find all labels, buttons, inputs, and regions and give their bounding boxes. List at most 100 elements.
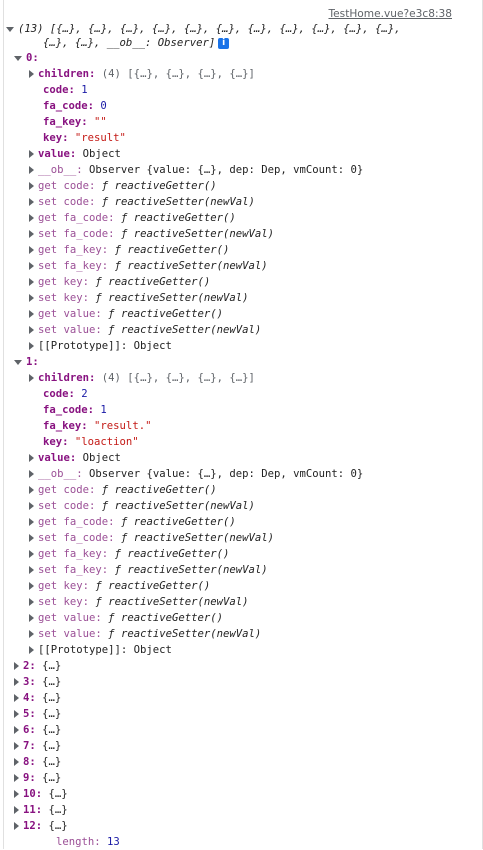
accessor-row[interactable]: get key: ƒ reactiveGetter() xyxy=(29,578,210,594)
expand-arrow-icon[interactable] xyxy=(29,646,34,654)
collapsed-item-index: 7: xyxy=(23,740,36,752)
expand-arrow-icon[interactable] xyxy=(29,374,34,382)
expand-arrow-icon[interactable] xyxy=(14,710,19,718)
expand-arrow-icon[interactable] xyxy=(29,230,34,238)
expand-arrow-icon[interactable] xyxy=(29,262,34,270)
collapsed-item-row[interactable]: 11: {…} xyxy=(14,802,68,818)
accessor-row[interactable]: get fa_key: ƒ reactiveGetter() xyxy=(29,242,229,258)
code-key: code: xyxy=(43,388,75,400)
accessor-function: reactiveGetter() xyxy=(108,276,211,288)
accessor-row[interactable]: set code: ƒ reactiveSetter(newVal) xyxy=(29,498,255,514)
collapsed-item-row[interactable]: 8: {…} xyxy=(14,754,61,770)
source-link[interactable]: TestHome.vue?e3c8:38 xyxy=(328,8,452,20)
expand-arrow-icon[interactable] xyxy=(29,518,34,526)
collapsed-item-row[interactable]: 7: {…} xyxy=(14,738,61,754)
expand-arrow-icon[interactable] xyxy=(29,278,34,286)
expand-arrow-icon[interactable] xyxy=(14,742,19,750)
expand-arrow-icon[interactable] xyxy=(29,534,34,542)
expand-arrow-icon[interactable] xyxy=(29,502,34,510)
collapsed-item-row[interactable]: 6: {…} xyxy=(14,722,61,738)
accessor-label: get key: xyxy=(38,276,90,288)
expand-arrow-icon[interactable] xyxy=(29,294,34,302)
collapsed-item-value: {…} xyxy=(48,820,68,832)
ob-row[interactable]: __ob__: Observer {value: {…}, dep: Dep, … xyxy=(29,466,363,482)
prototype-row[interactable]: [[Prototype]]: Object xyxy=(29,338,172,354)
fa-key-key: fa_key: xyxy=(43,420,88,432)
item-header-item0[interactable]: 0: xyxy=(14,50,39,66)
accessor-row[interactable]: set fa_key: ƒ reactiveSetter(newVal) xyxy=(29,258,268,274)
accessor-row[interactable]: get fa_code: ƒ reactiveGetter() xyxy=(29,514,236,530)
expand-arrow-icon[interactable] xyxy=(14,822,19,830)
expand-arrow-icon[interactable] xyxy=(14,694,19,702)
expand-arrow-icon[interactable] xyxy=(29,566,34,574)
accessor-row[interactable]: set value: ƒ reactiveSetter(newVal) xyxy=(29,626,261,642)
accessor-row[interactable]: set fa_code: ƒ reactiveSetter(newVal) xyxy=(29,530,274,546)
key-key: key: xyxy=(43,132,69,144)
expand-arrow-icon[interactable] xyxy=(29,214,34,222)
info-icon[interactable]: i xyxy=(218,37,230,49)
expand-arrow-icon[interactable] xyxy=(14,806,19,814)
expand-arrow-icon[interactable] xyxy=(14,774,19,782)
expand-arrow-icon[interactable] xyxy=(29,70,34,78)
collapsed-item-value: {…} xyxy=(42,724,62,736)
collapsed-item-row[interactable]: 2: {…} xyxy=(14,658,61,674)
expand-arrow-icon[interactable] xyxy=(29,246,34,254)
expand-arrow-icon[interactable] xyxy=(29,598,34,606)
expand-arrow-icon[interactable] xyxy=(29,454,34,462)
collapse-arrow-icon[interactable] xyxy=(14,55,22,61)
accessor-row[interactable]: get key: ƒ reactiveGetter() xyxy=(29,274,210,290)
collapsed-item-row[interactable]: 4: {…} xyxy=(14,690,61,706)
expand-arrow-icon[interactable] xyxy=(29,582,34,590)
accessor-row[interactable]: set fa_key: ƒ reactiveSetter(newVal) xyxy=(29,562,268,578)
value-row[interactable]: value: Object xyxy=(29,146,121,162)
collapsed-item-row[interactable]: 3: {…} xyxy=(14,674,61,690)
expand-arrow-icon[interactable] xyxy=(14,758,19,766)
collapsed-item-row[interactable]: 9: {…} xyxy=(14,770,61,786)
expand-arrow-icon[interactable] xyxy=(29,550,34,558)
ob-row[interactable]: __ob__: Observer {value: {…}, dep: Dep, … xyxy=(29,162,363,178)
accessor-function: reactiveGetter() xyxy=(114,180,217,192)
expand-arrow-icon[interactable] xyxy=(29,486,34,494)
expand-arrow-icon[interactable] xyxy=(14,662,19,670)
prototype-row[interactable]: [[Prototype]]: Object xyxy=(29,642,172,658)
expand-arrow-icon[interactable] xyxy=(29,470,34,478)
expand-arrow-icon[interactable] xyxy=(29,198,34,206)
collapsed-item-row[interactable]: 5: {…} xyxy=(14,706,61,722)
accessor-row[interactable]: set fa_code: ƒ reactiveSetter(newVal) xyxy=(29,226,274,242)
accessor-row[interactable]: get code: ƒ reactiveGetter() xyxy=(29,482,217,498)
accessor-row[interactable]: set key: ƒ reactiveSetter(newVal) xyxy=(29,594,249,610)
function-icon: ƒ xyxy=(120,212,128,224)
expand-arrow-icon[interactable] xyxy=(14,726,19,734)
expand-arrow-icon[interactable] xyxy=(29,182,34,190)
key-key: key: xyxy=(43,436,69,448)
accessor-row[interactable]: set key: ƒ reactiveSetter(newVal) xyxy=(29,290,249,306)
accessor-row[interactable]: set code: ƒ reactiveSetter(newVal) xyxy=(29,194,255,210)
accessor-row[interactable]: get fa_code: ƒ reactiveGetter() xyxy=(29,210,236,226)
expand-arrow-icon[interactable] xyxy=(14,678,19,686)
accessor-function: reactiveGetter() xyxy=(114,484,217,496)
expand-arrow-icon[interactable] xyxy=(29,310,34,318)
accessor-row[interactable]: get fa_key: ƒ reactiveGetter() xyxy=(29,546,229,562)
accessor-label: set key: xyxy=(38,292,90,304)
expand-arrow-icon[interactable] xyxy=(29,630,34,638)
children-row[interactable]: children: (4) [{…}, {…}, {…}, {…}] xyxy=(29,66,255,82)
value-row[interactable]: value: Object xyxy=(29,450,121,466)
collapse-arrow-icon[interactable] xyxy=(14,359,22,365)
expand-arrow-icon[interactable] xyxy=(29,326,34,334)
expand-arrow-icon[interactable] xyxy=(29,150,34,158)
item-header-item1[interactable]: 1: xyxy=(14,354,39,370)
accessor-function: reactiveGetter() xyxy=(127,244,230,256)
collapsed-item-row[interactable]: 10: {…} xyxy=(14,786,68,802)
accessor-row[interactable]: get value: ƒ reactiveGetter() xyxy=(29,610,223,626)
children-row[interactable]: children: (4) [{…}, {…}, {…}, {…}] xyxy=(29,370,255,386)
function-icon: ƒ xyxy=(114,244,121,256)
collapsed-item-row[interactable]: 12: {…} xyxy=(14,818,68,834)
expand-arrow-icon[interactable] xyxy=(29,614,34,622)
accessor-row[interactable]: get value: ƒ reactiveGetter() xyxy=(29,306,223,322)
accessor-row[interactable]: get code: ƒ reactiveGetter() xyxy=(29,178,217,194)
expand-arrow-icon[interactable] xyxy=(14,790,19,798)
expand-arrow-icon[interactable] xyxy=(29,342,34,350)
accessor-row[interactable]: set value: ƒ reactiveSetter(newVal) xyxy=(29,322,261,338)
expand-arrow-icon[interactable] xyxy=(29,166,34,174)
expand-arrow-icon[interactable] xyxy=(6,26,14,32)
